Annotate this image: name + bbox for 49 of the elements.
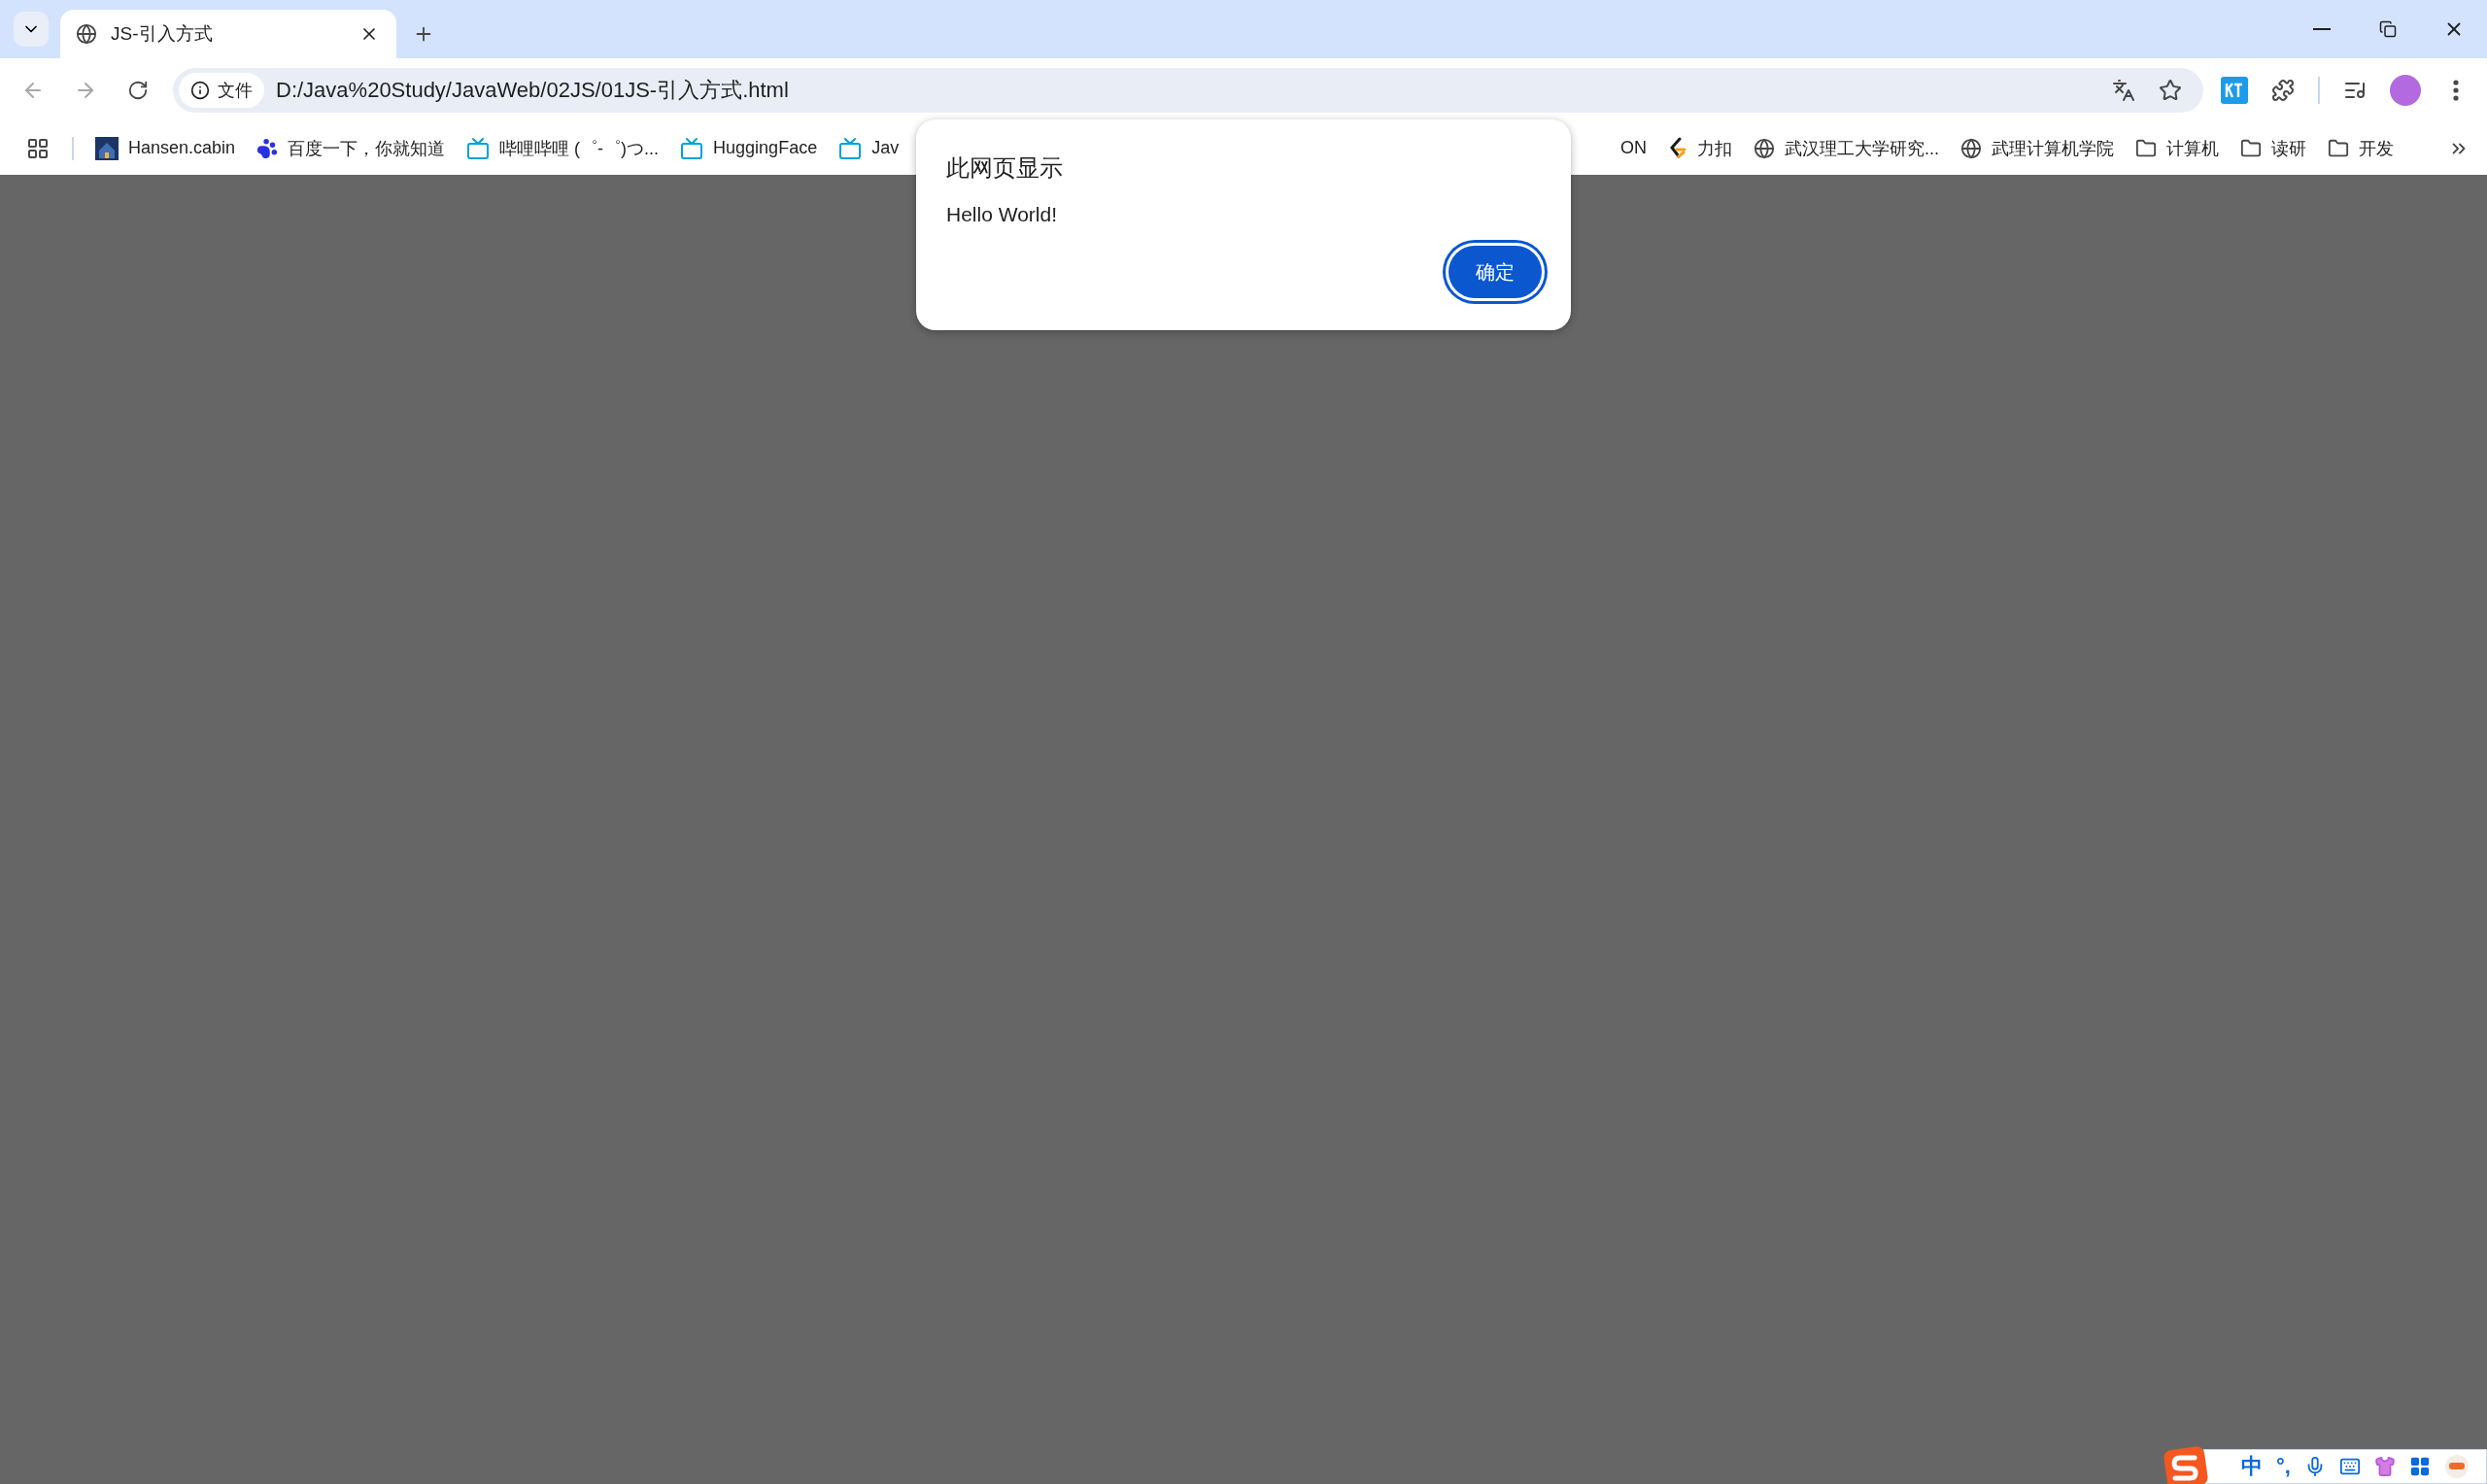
punctuation-text[interactable]: °,: [2276, 1454, 2291, 1479]
ime-logo-icon[interactable]: [2163, 1446, 2208, 1484]
bookmark-item[interactable]: 计算机: [2135, 136, 2219, 160]
folder-icon: [2328, 137, 2349, 159]
globe-icon: [1754, 137, 1775, 159]
url-text: D:/Java%20Study/JavaWeb/02JS/01JS-引入方式.html: [276, 76, 790, 104]
tv-icon: [680, 136, 704, 160]
restore-icon: [2379, 20, 2397, 38]
extension-icon[interactable]: [2221, 76, 2248, 104]
grid-icon: [2408, 1456, 2431, 1477]
site-info-chip[interactable]: 文件: [179, 72, 264, 108]
tv-icon: [466, 136, 491, 160]
house-icon: [95, 136, 119, 160]
bookmark-item[interactable]: ON: [1620, 138, 1647, 158]
browser-tab[interactable]: JS-引入方式: [60, 10, 396, 58]
mascot-icon: [2443, 1454, 2470, 1479]
dialog-message: Hello World!: [946, 203, 1058, 226]
bracket-icon: [1668, 136, 1687, 160]
menu-icon: [2453, 79, 2459, 101]
tv-icon: [838, 136, 863, 160]
bookmark-item[interactable]: Jav: [838, 136, 900, 160]
profile-avatar[interactable]: [2390, 74, 2421, 106]
keyboard-icon: [2338, 1456, 2361, 1477]
bookmark-item[interactable]: Hansen.cabin: [95, 136, 236, 160]
bookmark-item[interactable]: 哔哩哔哩 (゜-゜)つ...: [466, 136, 660, 160]
paw-icon: [256, 137, 279, 159]
bookmark-item[interactable]: 读研: [2240, 136, 2306, 160]
info-icon: [190, 80, 210, 100]
bookmark-item[interactable]: 开发: [2328, 136, 2394, 160]
translate-icon: [2112, 78, 2135, 102]
grid-icon: [26, 136, 50, 160]
bookmark-item[interactable]: 武汉理工大学研究...: [1754, 136, 1939, 160]
reload-icon: [127, 79, 149, 101]
address-bar[interactable]: 文件 D:/Java%20Study/JavaWeb/02JS/01JS-引入方式.html: [173, 67, 2203, 113]
input-mode-text[interactable]: 中: [2241, 1452, 2263, 1481]
globe-icon: [76, 23, 97, 45]
bookmark-item[interactable]: 武理计算机学院: [1960, 136, 2114, 160]
bookmark-item[interactable]: 力扣: [1668, 136, 1732, 160]
globe-icon: [1960, 137, 1982, 159]
bookmark-item[interactable]: 百度一下，你就知道: [256, 136, 446, 160]
puzzle-icon: [2271, 78, 2295, 102]
folder-icon: [2240, 137, 2262, 159]
minimize-icon: [2313, 28, 2331, 30]
folder-icon: [2135, 137, 2157, 159]
shirt-icon: [2373, 1456, 2396, 1477]
dialog-title: 此网页显示: [946, 153, 1064, 183]
bookmark-item[interactable]: HuggingFace: [680, 136, 818, 160]
tab-title: JS-引入方式: [111, 22, 214, 46]
star-icon: [2159, 78, 2182, 102]
